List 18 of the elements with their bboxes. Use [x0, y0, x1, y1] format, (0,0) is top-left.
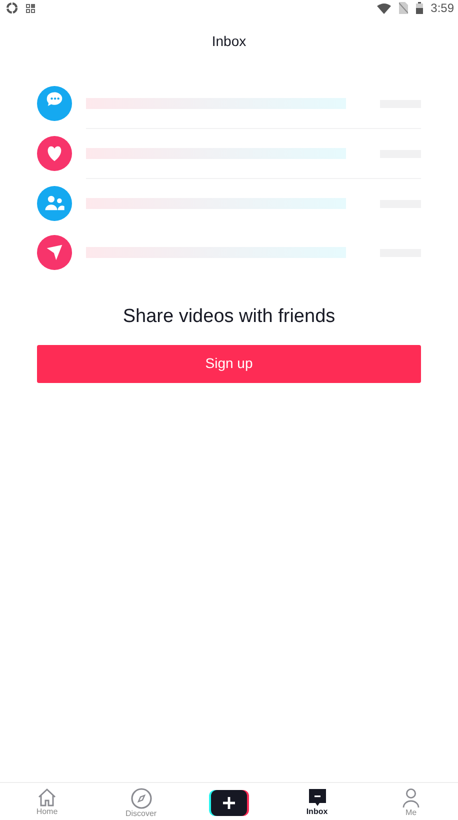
tab-button[interactable]: Discover [94, 783, 188, 820]
tab-button[interactable]: Home [0, 783, 94, 820]
heading: Share videos with friends [122, 305, 336, 329]
clock: 3:59 [430, 0, 454, 17]
no-sim-icon [398, 2, 408, 14]
person-icon [402, 788, 420, 808]
battery-icon [416, 2, 423, 14]
inbox-icon [308, 788, 326, 807]
sign-up-button[interactable]: Sign up [37, 344, 421, 382]
home-icon [37, 788, 57, 807]
grid-icon [26, 4, 35, 12]
page-title: Inbox [210, 32, 248, 51]
create-button[interactable] [209, 790, 249, 816]
tab-button[interactable]: Me [364, 783, 458, 820]
wifi-icon [376, 2, 391, 14]
compass-icon [130, 788, 152, 809]
tab-button[interactable]: Inbox [270, 783, 364, 820]
sync-icon [6, 2, 18, 14]
